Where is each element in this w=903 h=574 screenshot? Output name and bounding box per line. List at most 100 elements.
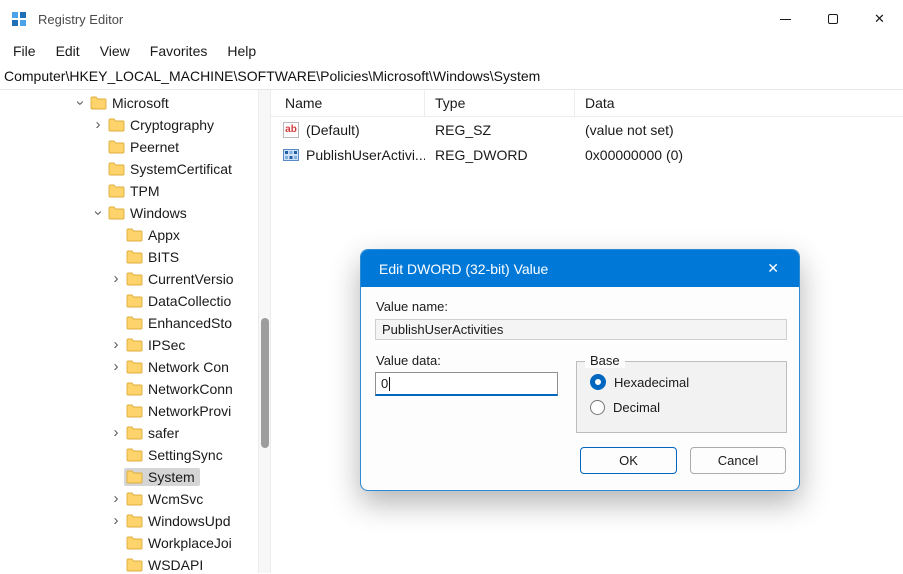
column-header-type[interactable]: Type (425, 90, 575, 116)
tree-item-cryptography[interactable]: › Cryptography (0, 114, 258, 136)
dialog-close-icon: ✕ (767, 260, 779, 276)
chevron-down-icon[interactable]: › (90, 205, 106, 221)
window-title: Registry Editor (38, 12, 123, 27)
tree-item-microsoft[interactable]: › Microsoft (0, 92, 258, 114)
tree-item-label: BITS (148, 249, 179, 265)
folder-icon (90, 96, 107, 110)
chevron-right-icon[interactable]: › (108, 359, 124, 375)
folder-icon (126, 316, 143, 330)
value-name-label: Value name: (376, 299, 448, 314)
menu-help[interactable]: Help (217, 41, 266, 61)
folder-icon (126, 228, 143, 242)
tree-item-wsdapi[interactable]: WSDAPI (0, 554, 258, 573)
tree-item-label: NetworkConn (148, 381, 233, 397)
tree-item-peernet[interactable]: Peernet (0, 136, 258, 158)
tree-item-tpm[interactable]: TPM (0, 180, 258, 202)
tree-item-windowsupd[interactable]: ›WindowsUpd (0, 510, 258, 532)
value-name-input[interactable]: PublishUserActivities (375, 319, 787, 340)
column-header-data[interactable]: Data (575, 90, 903, 116)
chevron-right-icon[interactable]: › (108, 513, 124, 529)
chevron-right-icon[interactable]: › (108, 425, 124, 441)
tree-item-workplacejoi[interactable]: WorkplaceJoi (0, 532, 258, 554)
maximize-button[interactable] (809, 0, 856, 38)
chevron-right-icon[interactable]: › (90, 117, 106, 133)
menu-favorites[interactable]: Favorites (140, 41, 218, 61)
value-row-publishuseractivi[interactable]: PublishUserActivi...REG_DWORD0x00000000 … (271, 142, 903, 167)
chevron-right-icon[interactable]: › (108, 271, 124, 287)
scrollbar-thumb[interactable] (261, 318, 269, 448)
dword-value-icon (283, 147, 299, 163)
tree-item-label: IPSec (148, 337, 185, 353)
radio-decimal[interactable]: Decimal (590, 400, 660, 415)
titlebar: Registry Editor ✕ (0, 0, 903, 38)
value-type-text: REG_DWORD (425, 147, 575, 163)
column-header-name[interactable]: Name (271, 90, 425, 116)
tree-item-settingsync[interactable]: SettingSync (0, 444, 258, 466)
minimize-button[interactable] (762, 0, 809, 38)
folder-icon (126, 360, 143, 374)
folder-icon (108, 184, 125, 198)
tree-item-appx[interactable]: Appx (0, 224, 258, 246)
chevron-down-icon[interactable]: › (72, 95, 88, 111)
value-data-text: (value not set) (575, 122, 903, 138)
tree-item-label: Network Con (148, 359, 229, 375)
folder-icon (108, 206, 125, 220)
folder-icon (126, 250, 143, 264)
folder-icon (126, 404, 143, 418)
tree-item-label: Microsoft (112, 95, 169, 111)
tree-item-label: NetworkProvi (148, 403, 231, 419)
tree-item-label: Windows (130, 205, 187, 221)
value-name-text: PublishUserActivi... (306, 147, 425, 163)
dialog-titlebar[interactable]: Edit DWORD (32-bit) Value ✕ (361, 250, 799, 287)
minimize-icon (780, 19, 791, 20)
tree-item-network-con[interactable]: › Network Con (0, 356, 258, 378)
menu-file[interactable]: File (3, 41, 46, 61)
folder-icon (126, 382, 143, 396)
address-bar[interactable]: Computer\HKEY_LOCAL_MACHINE\SOFTWARE\Pol… (0, 63, 903, 90)
tree-item-systemcertificat[interactable]: SystemCertificat (0, 158, 258, 180)
tree-item-label: SettingSync (148, 447, 223, 463)
tree-item-wcmsvc[interactable]: › WcmSvc (0, 488, 258, 510)
folder-icon (108, 118, 125, 132)
tree-item-label: DataCollectio (148, 293, 231, 309)
tree-item-currentversio[interactable]: ›CurrentVersio (0, 268, 258, 290)
chevron-right-icon[interactable]: › (108, 337, 124, 353)
tree-item-windows[interactable]: › Windows (0, 202, 258, 224)
tree-item-datacollectio[interactable]: DataCollectio (0, 290, 258, 312)
tree-item-enhancedsto[interactable]: EnhancedSto (0, 312, 258, 334)
tree-scrollbar[interactable] (258, 90, 271, 573)
registry-editor-window: Registry Editor ✕ FileEditViewFavoritesH… (0, 0, 903, 574)
close-button[interactable]: ✕ (856, 0, 903, 38)
tree-item-ipsec[interactable]: › IPSec (0, 334, 258, 356)
tree-item-bits[interactable]: BITS (0, 246, 258, 268)
ok-button[interactable]: OK (580, 447, 677, 474)
tree-item-safer[interactable]: › safer (0, 422, 258, 444)
value-type-text: REG_SZ (425, 122, 575, 138)
radio-hexadecimal[interactable]: Hexadecimal (590, 374, 689, 390)
value-data-input[interactable]: 0 (375, 372, 558, 396)
tree-item-label: WSDAPI (148, 557, 203, 573)
value-row-default[interactable]: ab(Default)REG_SZ(value not set) (271, 117, 903, 142)
tree-item-label: Cryptography (130, 117, 214, 133)
folder-icon (126, 558, 143, 572)
tree-item-networkconn[interactable]: NetworkConn (0, 378, 258, 400)
tree-item-networkprovi[interactable]: NetworkProvi (0, 400, 258, 422)
menubar: FileEditViewFavoritesHelp (0, 38, 903, 63)
folder-icon (108, 162, 125, 176)
tree-item-label: Peernet (130, 139, 179, 155)
cancel-button[interactable]: Cancel (690, 447, 786, 474)
maximize-icon (828, 14, 838, 24)
folder-icon (126, 536, 143, 550)
folder-icon (126, 448, 143, 462)
tree-item-label: WorkplaceJoi (148, 535, 232, 551)
radio-checked-icon (590, 374, 606, 390)
chevron-right-icon[interactable]: › (108, 491, 124, 507)
value-data-text: 0x00000000 (0) (575, 147, 903, 163)
menu-edit[interactable]: Edit (46, 41, 90, 61)
tree-item-label: WcmSvc (148, 491, 203, 507)
tree-item-label: safer (148, 425, 179, 441)
tree-item-system[interactable]: System (0, 466, 258, 488)
menu-view[interactable]: View (90, 41, 140, 61)
dialog-close-button[interactable]: ✕ (763, 258, 783, 279)
folder-icon (126, 492, 143, 506)
